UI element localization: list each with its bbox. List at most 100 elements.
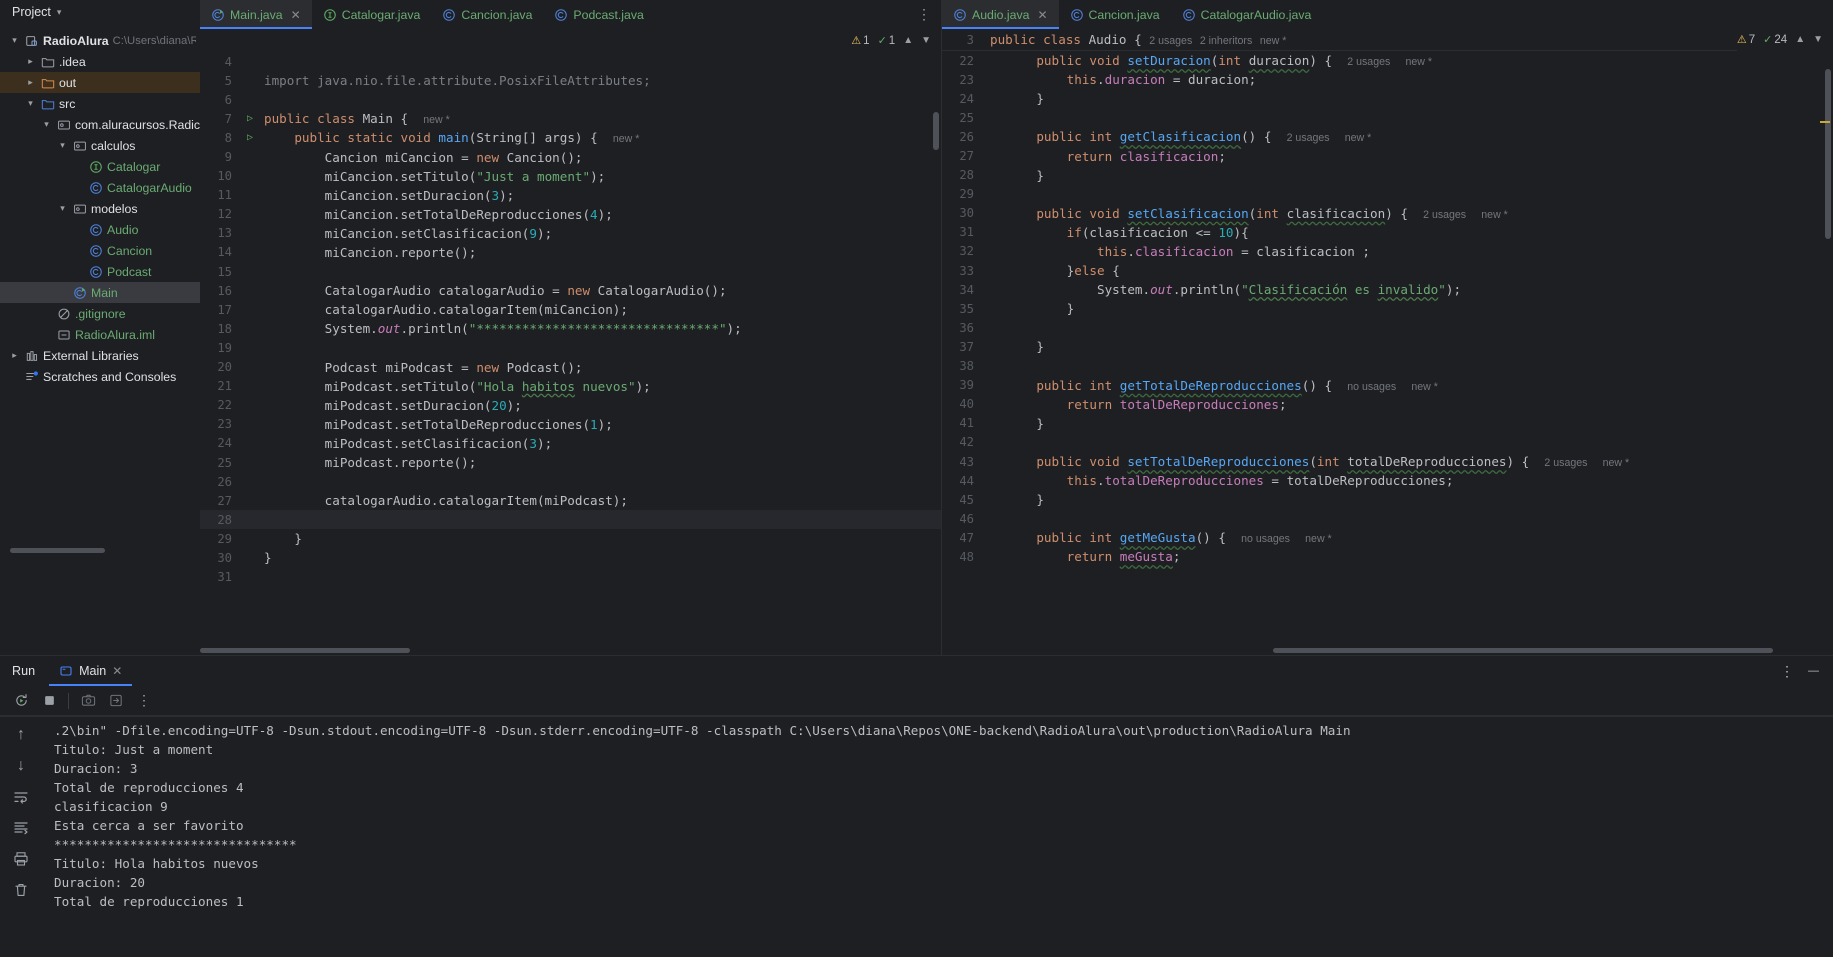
code-line[interactable]: 17 catalogarAudio.catalogarItem(miCancio… xyxy=(200,300,941,319)
stop-icon[interactable] xyxy=(40,692,58,710)
inspection-widget-right[interactable]: ⚠ 7 ✓ 24 ▲ ▼ xyxy=(1736,29,1833,51)
chevron-right-icon[interactable]: ▸ xyxy=(24,56,37,67)
code-line[interactable]: 25 miPodcast.reporte(); xyxy=(200,453,941,472)
close-icon[interactable]: ✕ xyxy=(291,8,301,22)
clear-all-icon[interactable] xyxy=(12,881,30,899)
tree-item-audio[interactable]: ▸Audio xyxy=(0,219,200,240)
code-line[interactable]: 22 miPodcast.setDuracion(20); xyxy=(200,396,941,415)
chevron-right-icon[interactable]: ▸ xyxy=(24,77,37,88)
code-line[interactable]: 9 Cancion miCancion = new Cancion(); xyxy=(200,147,941,166)
code-line[interactable]: 29 xyxy=(942,185,1833,204)
run-tab-main[interactable]: Main ✕ xyxy=(49,656,133,686)
code-line[interactable]: 28 xyxy=(200,510,941,530)
code-line[interactable]: 31 xyxy=(200,568,941,587)
code-line[interactable]: 45 } xyxy=(942,490,1833,509)
code-line[interactable]: 27 return clasificacion; xyxy=(942,146,1833,165)
code-line[interactable]: 48 return meGusta; xyxy=(942,547,1833,566)
code-line[interactable]: 35 } xyxy=(942,299,1833,318)
tree-item-src[interactable]: ▾ src xyxy=(0,93,200,114)
code-editor-left[interactable]: 4 5 import java.nio.file.attribute.PosixFi… xyxy=(200,52,941,655)
code-line[interactable]: 13 miCancion.setClasificacion(9); xyxy=(200,224,941,243)
tree-item-modelos[interactable]: ▾ modelos xyxy=(0,198,200,219)
chevron-down-icon[interactable]: ▾ xyxy=(56,203,69,214)
code-line[interactable]: 23 this.duracion = duracion; xyxy=(942,70,1833,89)
editor-left-tab-podcast-java[interactable]: Podcast.java xyxy=(543,0,654,29)
scroll-to-end-icon[interactable] xyxy=(12,819,30,837)
print-icon[interactable] xyxy=(12,850,30,868)
chevron-down-icon[interactable]: ▾ xyxy=(40,119,53,130)
code-line[interactable]: 25 xyxy=(942,108,1833,127)
code-line[interactable]: 20 Podcast miPodcast = new Podcast(); xyxy=(200,358,941,377)
tree-item-main[interactable]: ▸Main xyxy=(0,282,200,303)
code-line[interactable]: 10 miCancion.setTitulo("Just a moment"); xyxy=(200,167,941,186)
code-line[interactable]: 46 xyxy=(942,509,1833,528)
editor-tabbar-left[interactable]: Main.java ✕ Catalogar.java Cancion.java Podc… xyxy=(200,0,941,29)
run-gutter-icon[interactable]: ▷ xyxy=(242,132,258,143)
code-line[interactable]: 16 CatalogarAudio catalogarAudio = new C… xyxy=(200,281,941,300)
scroll-up-icon[interactable]: ↑ xyxy=(12,726,30,744)
editor-right-tab-catalogaraudio-java[interactable]: CatalogarAudio.java xyxy=(1171,0,1323,29)
code-editor-right[interactable]: 3 public class Audio { 2 usages 2 inheri… xyxy=(942,29,1833,655)
warning-count-right[interactable]: ⚠ 7 xyxy=(1737,33,1755,47)
chevron-down-icon[interactable]: ▾ xyxy=(8,35,21,46)
code-line[interactable]: 11 miCancion.setDuracion(3); xyxy=(200,186,941,205)
code-line[interactable]: 14 miCancion.reporte(); xyxy=(200,243,941,262)
screenshot-icon[interactable] xyxy=(79,692,97,710)
run-gutter-icon[interactable]: ▷ xyxy=(242,113,258,124)
code-line[interactable]: 7 ▷ public class Main { new * xyxy=(200,109,941,128)
code-line[interactable]: 47 public int getMeGusta() { no usages n… xyxy=(942,528,1833,547)
code-line[interactable]: 43 public void setTotalDeReproducciones(… xyxy=(942,452,1833,471)
editor-left-tab-main-java[interactable]: Main.java ✕ xyxy=(200,0,312,29)
editor-right-tab-audio-java[interactable]: Audio.java ✕ xyxy=(942,0,1059,29)
project-tree[interactable]: ▾ RadioAlura C:\Users\diana\R ▸ .idea ▸ out ▾ sr… xyxy=(0,24,200,387)
chevron-right-icon[interactable]: ▸ xyxy=(8,350,21,361)
console-output[interactable]: .2\bin" -Dfile.encoding=UTF-8 -Dsun.stdo… xyxy=(42,717,1833,957)
close-icon[interactable]: ✕ xyxy=(112,664,122,678)
tree-item-catalogaraudio[interactable]: ▸CatalogarAudio xyxy=(0,177,200,198)
chevron-down-icon[interactable]: ▼ xyxy=(1813,34,1823,45)
code-line[interactable]: 22 public void setDuracion(int duracion)… xyxy=(942,51,1833,70)
editor-tabbar-right[interactable]: Audio.java ✕ Cancion.java CatalogarAudio.ja… xyxy=(942,0,1833,29)
project-header[interactable]: Project ▾ xyxy=(0,0,200,24)
tree-item-calculos[interactable]: ▾ calculos xyxy=(0,135,200,156)
code-line[interactable]: 24 } xyxy=(942,89,1833,108)
code-line[interactable]: 15 xyxy=(200,262,941,281)
code-line[interactable]: 40 return totalDeReproducciones; xyxy=(942,395,1833,414)
editor-right-tab-cancion-java[interactable]: Cancion.java xyxy=(1059,0,1171,29)
tree-item-external-libraries[interactable]: ▸ External Libraries xyxy=(0,345,200,366)
code-line[interactable]: 19 xyxy=(200,338,941,357)
chevron-up-icon[interactable]: ▲ xyxy=(1795,34,1805,45)
code-line[interactable]: 30} xyxy=(200,548,941,567)
editor-vscrollbar-left[interactable] xyxy=(933,112,939,150)
warning-count-left[interactable]: ⚠ 1 xyxy=(851,34,869,48)
chevron-down-icon[interactable]: ▾ xyxy=(24,98,37,109)
editor-hscrollbar-right[interactable] xyxy=(1273,648,1773,653)
rerun-icon[interactable] xyxy=(12,692,30,710)
tree-item-radioalura-iml[interactable]: ▸RadioAlura.iml xyxy=(0,324,200,345)
editor-hscrollbar-left[interactable] xyxy=(200,648,410,653)
code-lines-right[interactable]: 22 public void setDuracion(int duracion)… xyxy=(942,51,1833,655)
tree-item--gitignore[interactable]: ▸.gitignore xyxy=(0,303,200,324)
close-icon[interactable]: ✕ xyxy=(1037,8,1047,22)
sidebar-hscrollbar[interactable] xyxy=(10,548,105,553)
options-icon[interactable]: ⋮ xyxy=(1780,663,1794,678)
code-line[interactable]: 36 xyxy=(942,318,1833,337)
code-line[interactable]: 18 System.out.println("*****************… xyxy=(200,319,941,338)
code-line[interactable]: 4 xyxy=(200,52,941,71)
chevron-up-icon[interactable]: ▲ xyxy=(903,35,913,46)
code-line[interactable]: 34 System.out.println("Clasificación es … xyxy=(942,280,1833,299)
code-line[interactable]: 27 catalogarAudio.catalogarItem(miPodcas… xyxy=(200,491,941,510)
tree-item-cancion[interactable]: ▸Cancion xyxy=(0,240,200,261)
minimize-icon[interactable]: — xyxy=(1808,665,1819,677)
sticky-class-header[interactable]: 3 public class Audio { 2 usages 2 inheri… xyxy=(942,29,1833,51)
tree-item-radioalura[interactable]: ▾ RadioAlura C:\Users\diana\R xyxy=(0,30,200,51)
tree-item-out[interactable]: ▸ out xyxy=(0,72,200,93)
code-line[interactable]: 21 miPodcast.setTitulo("Hola habitos nue… xyxy=(200,377,941,396)
tree-item-scratches-and-consoles[interactable]: ▸Scratches and Consoles xyxy=(0,366,200,387)
code-line[interactable]: 44 this.totalDeReproducciones = totalDeR… xyxy=(942,471,1833,490)
editor-left-tab-catalogar-java[interactable]: Catalogar.java xyxy=(312,0,432,29)
check-count-right[interactable]: ✓ 24 xyxy=(1763,33,1787,47)
chevron-down-icon[interactable]: ▾ xyxy=(57,7,62,18)
code-line[interactable]: 38 xyxy=(942,357,1833,376)
tree-item-podcast[interactable]: ▸Podcast xyxy=(0,261,200,282)
